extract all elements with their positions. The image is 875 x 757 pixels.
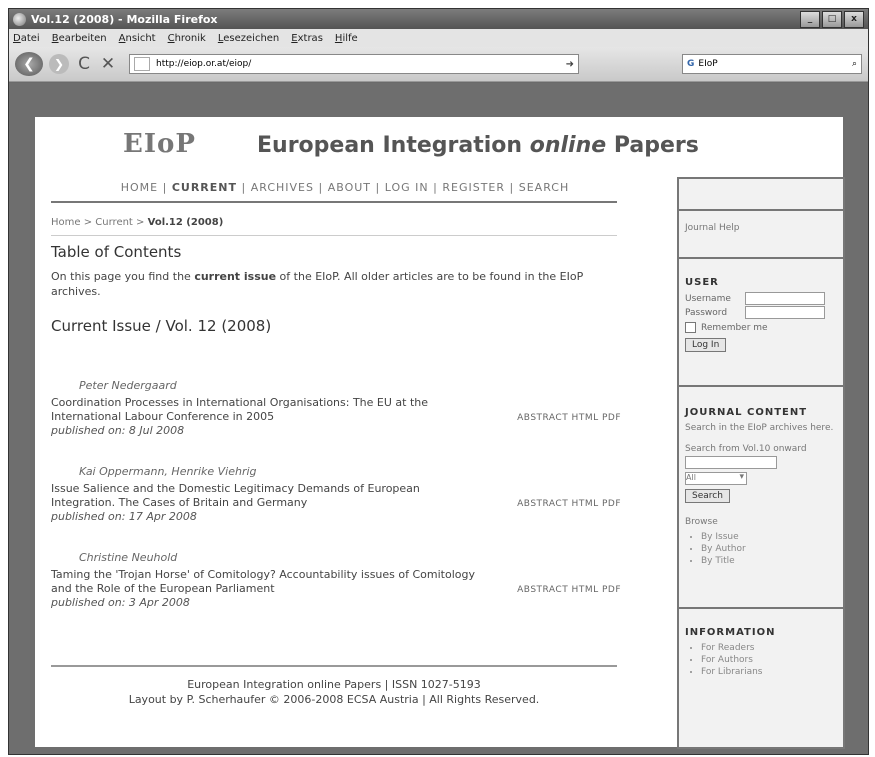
title-bar: Vol.12 (2008) - Mozilla Firefox _ □ x	[9, 9, 868, 29]
breadcrumb-current[interactable]: Current	[95, 217, 133, 228]
window-title: Vol.12 (2008) - Mozilla Firefox	[31, 12, 218, 26]
information-list: For Readers For Authors For Librarians	[685, 642, 837, 678]
article-title[interactable]: Coordination Processes in International …	[51, 396, 481, 424]
nav-home[interactable]: HOME	[121, 181, 158, 194]
breadcrumb-home[interactable]: Home	[51, 217, 81, 228]
article-links[interactable]: ABSTRACT HTML PDF	[517, 585, 621, 595]
article-authors: Kai Oppermann, Henrike Viehrig	[79, 465, 257, 478]
intro-text: On this page you find the current issue …	[51, 270, 584, 298]
menu-hilfe[interactable]: Hilfe	[335, 33, 358, 44]
footer-line: European Integration online Papers | ISS…	[187, 678, 481, 691]
search-input[interactable]: EIoP	[698, 59, 852, 69]
info-for-librarians[interactable]: For Librarians	[701, 666, 837, 678]
divider	[51, 235, 617, 236]
menu-extras[interactable]: Extras	[291, 33, 323, 44]
nav-login[interactable]: LOG IN	[385, 181, 429, 194]
menu-datei[interactable]: Datei	[13, 33, 40, 44]
browse-list: By Issue By Author By Title	[685, 531, 837, 567]
menu-bearbeiten[interactable]: Bearbeiten	[52, 33, 107, 44]
remember-label: Remember me	[701, 322, 768, 333]
user-heading: USER	[685, 277, 719, 288]
issue-title: Current Issue / Vol. 12 (2008)	[51, 317, 272, 335]
back-button[interactable]: ❮	[15, 52, 43, 76]
article-authors: Christine Neuhold	[79, 551, 178, 564]
browse-label: Browse	[685, 517, 718, 527]
info-for-readers[interactable]: For Readers	[701, 642, 837, 654]
menu-lesezeichen[interactable]: Lesezeichen	[218, 33, 279, 44]
menu-bar: Datei Bearbeiten Ansicht Chronik Lesezei…	[9, 29, 868, 47]
article-item: Peter Nedergaard Coordination Processes …	[51, 379, 621, 437]
page-viewport: EIoP European Integration online Papers …	[9, 83, 868, 754]
nav-archives[interactable]: ARCHIVES	[251, 181, 314, 194]
menu-ansicht[interactable]: Ansicht	[119, 33, 156, 44]
search-engine-icon[interactable]: G	[687, 59, 694, 69]
navigation-toolbar: ❮ ❯ C ✕ http://eiop.or.at/eiop/ ➜ G EIoP…	[9, 47, 868, 82]
divider	[51, 665, 617, 667]
search-bar[interactable]: G EIoP ⌕	[682, 54, 862, 74]
password-label: Password	[685, 307, 728, 318]
search-archives-link[interactable]: Search in the EIoP archives here.	[685, 422, 837, 434]
browse-by-author[interactable]: By Author	[701, 543, 837, 555]
magnifier-icon[interactable]: ⌕	[852, 59, 857, 69]
article-item: Christine Neuhold Taming the 'Trojan Hor…	[51, 551, 621, 609]
site-logo[interactable]: EIoP	[123, 129, 196, 159]
article-date: published on: 8 Jul 2008	[51, 424, 185, 437]
journal-help-section: Journal Help	[679, 211, 843, 259]
minimize-button[interactable]: _	[800, 10, 820, 28]
nav-current[interactable]: CURRENT	[172, 181, 237, 194]
login-button[interactable]: Log In	[685, 338, 727, 352]
nav-register[interactable]: REGISTER	[442, 181, 505, 194]
site-title: European Integration online Papers	[257, 133, 699, 158]
address-bar[interactable]: http://eiop.or.at/eiop/ ➜	[129, 54, 579, 74]
search-button[interactable]: Search	[685, 489, 730, 503]
search-from-label: Search from Vol.10 onward	[685, 444, 807, 454]
url-text[interactable]: http://eiop.or.at/eiop/	[156, 59, 566, 69]
nav-about[interactable]: ABOUT	[328, 181, 371, 194]
firefox-logo-icon	[13, 12, 26, 26]
user-section: USER Username Password Remember me Log I…	[679, 259, 843, 387]
browse-by-title[interactable]: By Title	[701, 555, 837, 567]
divider	[51, 201, 617, 203]
username-label: Username	[685, 293, 731, 304]
remember-checkbox[interactable]	[685, 322, 696, 333]
password-input[interactable]	[745, 306, 825, 319]
sidebar-top	[679, 179, 843, 211]
stop-button[interactable]: ✕	[99, 54, 117, 74]
footer-line: Layout by P. Scherhaufer © 2006-2008 ECS…	[128, 693, 540, 706]
reload-button[interactable]: C	[75, 54, 93, 74]
breadcrumb: Home > Current > Vol.12 (2008)	[51, 217, 224, 228]
breadcrumb-issue: Vol.12 (2008)	[147, 217, 224, 228]
page-title: Table of Contents	[51, 243, 182, 261]
sidebar: Journal Help USER Username Password Reme…	[677, 177, 845, 749]
top-navigation: HOME | CURRENT | ARCHIVES | ABOUT | LOG …	[120, 181, 570, 194]
browse-by-issue[interactable]: By Issue	[701, 531, 837, 543]
nav-search[interactable]: SEARCH	[519, 181, 570, 194]
menu-chronik[interactable]: Chronik	[168, 33, 206, 44]
info-for-authors[interactable]: For Authors	[701, 654, 837, 666]
journal-content-section: JOURNAL CONTENT Search in the EIoP archi…	[679, 387, 843, 609]
information-heading: INFORMATION	[685, 627, 776, 638]
journal-content-heading: JOURNAL CONTENT	[685, 407, 808, 418]
article-links[interactable]: ABSTRACT HTML PDF	[517, 413, 621, 423]
article-date: published on: 3 Apr 2008	[51, 596, 190, 609]
page-content: EIoP European Integration online Papers …	[35, 117, 845, 749]
article-item: Kai Oppermann, Henrike Viehrig Issue Sal…	[51, 465, 621, 523]
article-date: published on: 17 Apr 2008	[51, 510, 197, 523]
journal-help-link[interactable]: Journal Help	[685, 223, 740, 233]
site-icon	[134, 57, 150, 71]
article-authors: Peter Nedergaard	[79, 379, 177, 392]
browser-window: Vol.12 (2008) - Mozilla Firefox _ □ x Da…	[8, 8, 869, 755]
information-section: INFORMATION For Readers For Authors For …	[679, 609, 843, 682]
forward-button[interactable]: ❯	[49, 54, 69, 74]
close-button[interactable]: x	[844, 10, 864, 28]
username-input[interactable]	[745, 292, 825, 305]
archive-search-input[interactable]	[685, 456, 777, 469]
go-icon[interactable]: ➜	[566, 59, 574, 70]
maximize-button[interactable]: □	[822, 10, 842, 28]
article-title[interactable]: Taming the 'Trojan Horse' of Comitology?…	[51, 568, 481, 596]
search-scope-select[interactable]: All	[685, 472, 747, 485]
footer: European Integration online Papers | ISS…	[51, 677, 617, 707]
article-title[interactable]: Issue Salience and the Domestic Legitima…	[51, 482, 481, 510]
article-links[interactable]: ABSTRACT HTML PDF	[517, 499, 621, 509]
